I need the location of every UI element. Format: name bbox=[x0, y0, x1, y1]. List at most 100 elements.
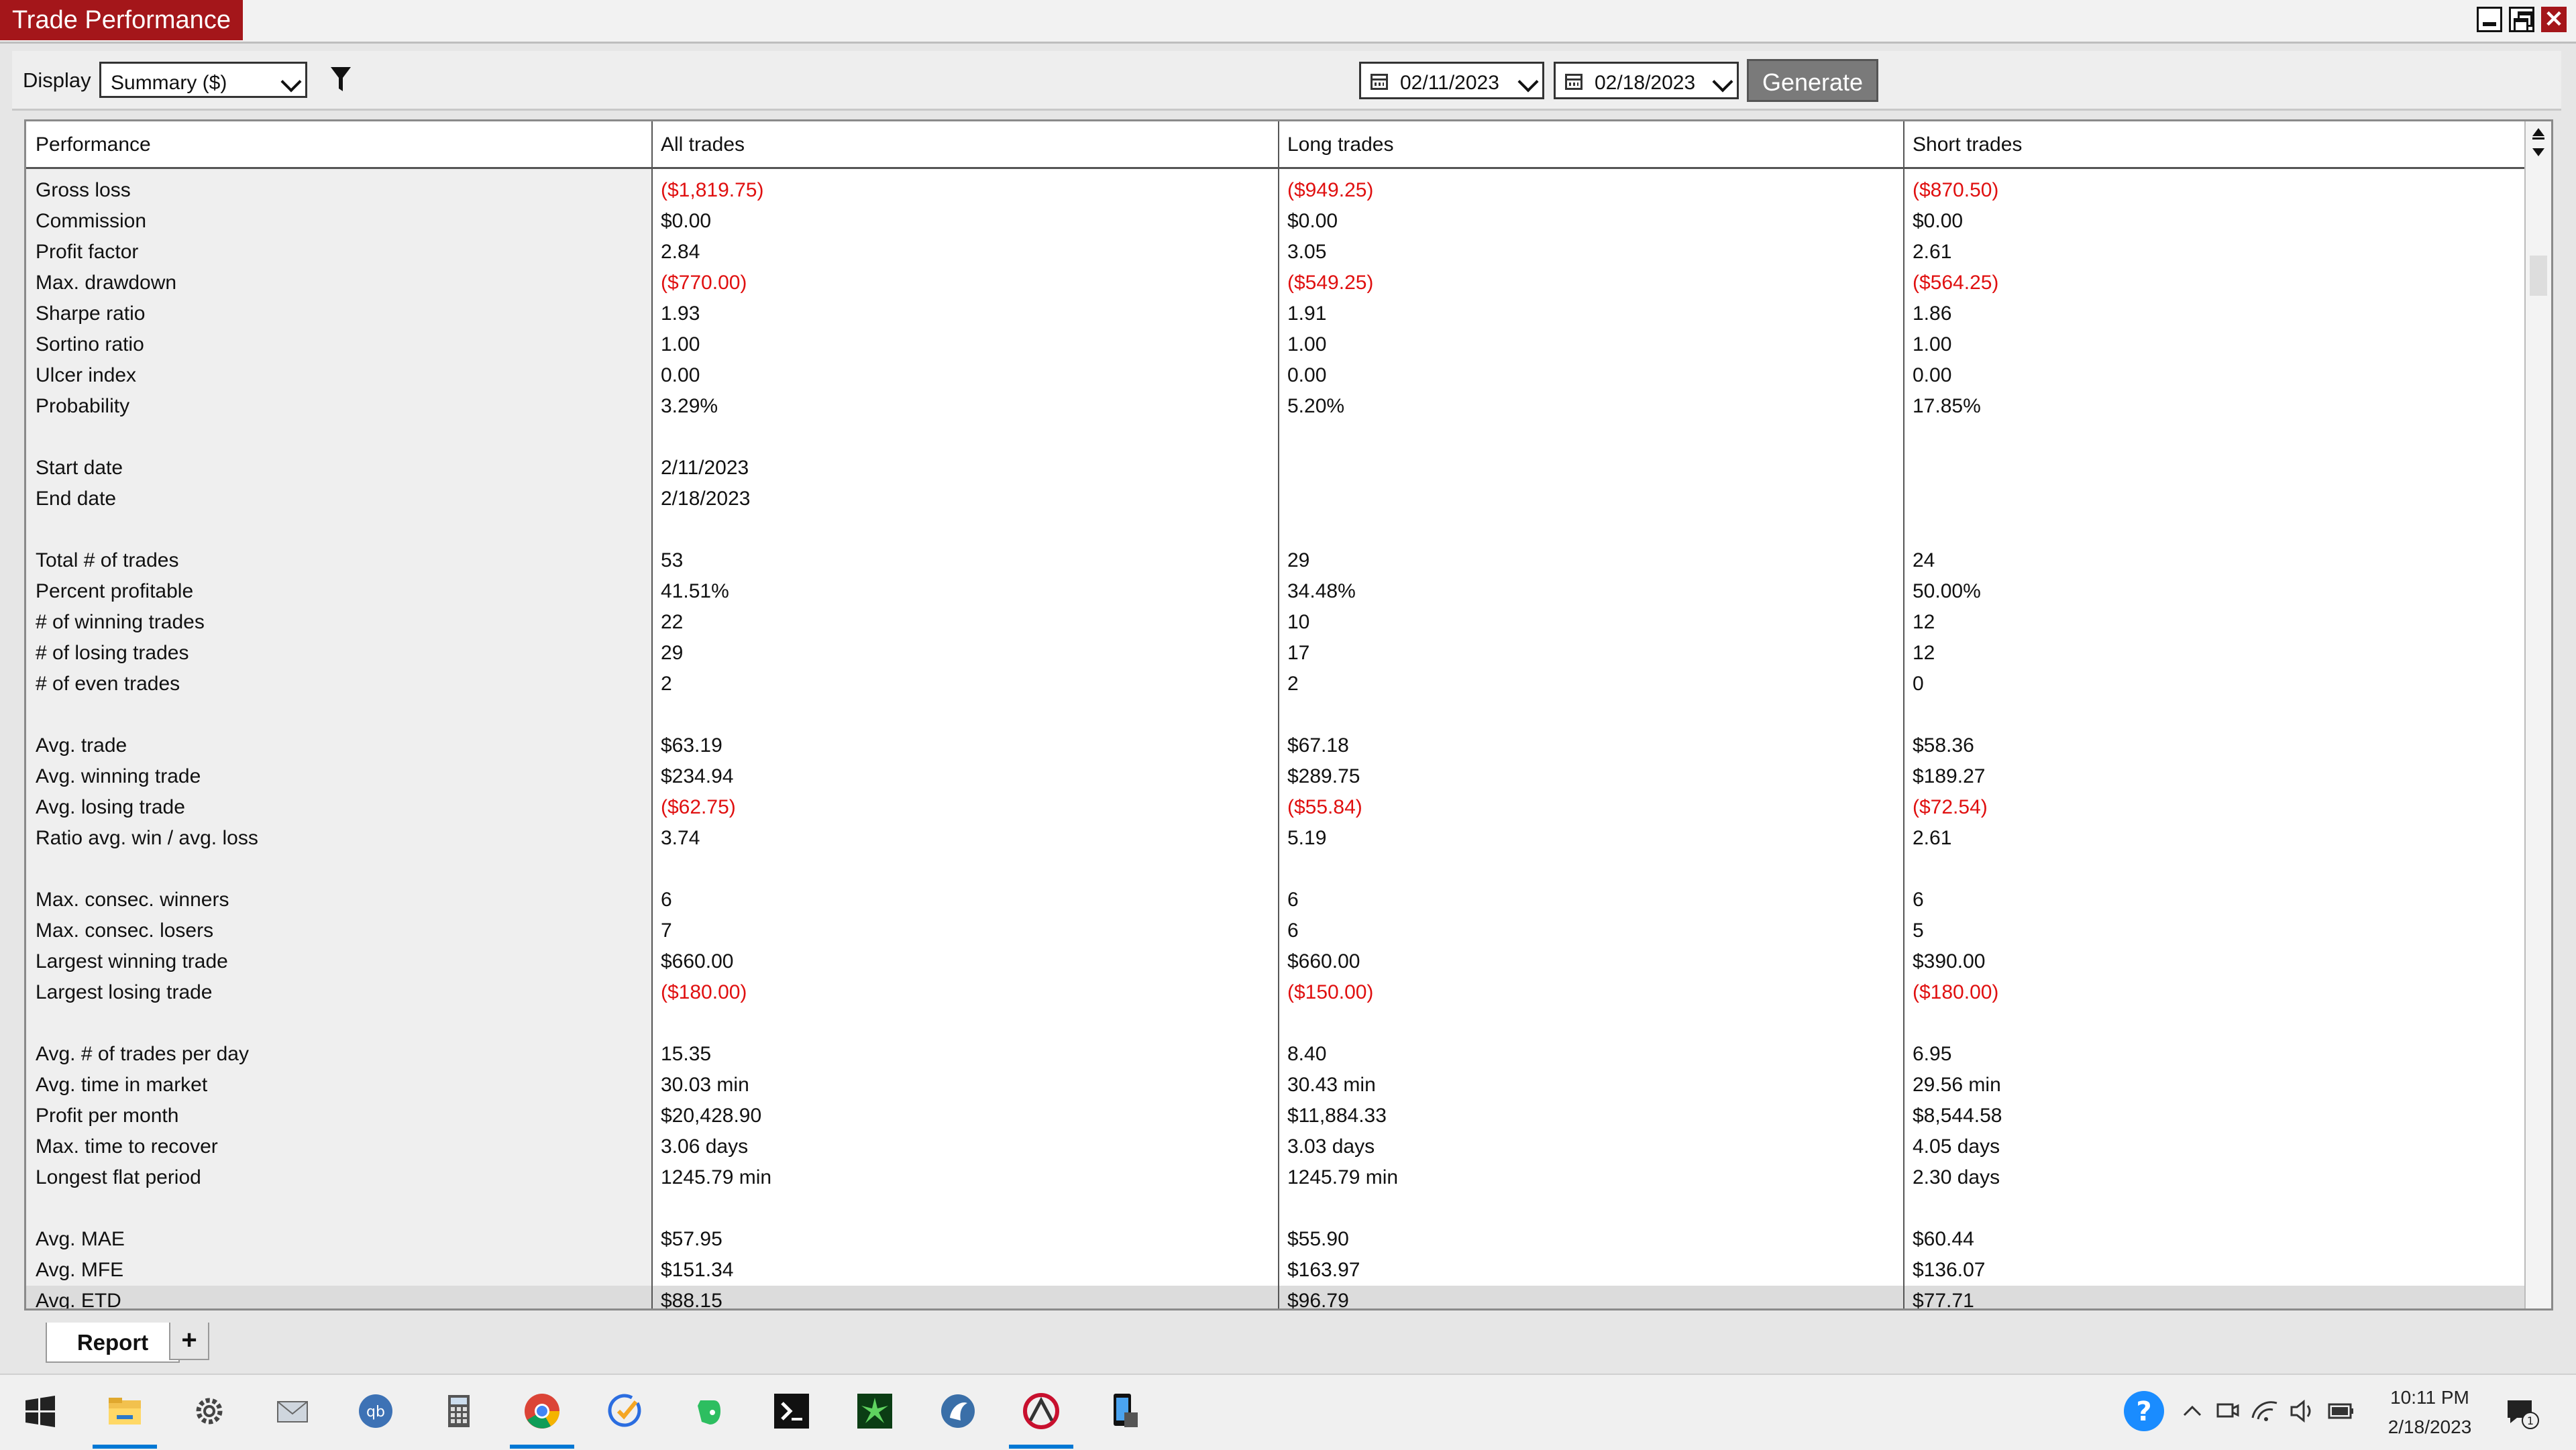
windows-taskbar: qb ? 10:11 PM 2/18/2023 1 bbox=[0, 1374, 2576, 1450]
help-icon[interactable]: ? bbox=[2123, 1390, 2165, 1433]
green-app-icon[interactable] bbox=[855, 1391, 895, 1431]
battery-icon[interactable] bbox=[2325, 1391, 2357, 1431]
trading-app-icon[interactable] bbox=[1021, 1391, 1061, 1431]
cell-all: $88.15 bbox=[661, 1290, 722, 1310]
calculator-icon[interactable] bbox=[439, 1391, 479, 1431]
table-row[interactable]: # of winning trades 22 10 12 bbox=[26, 607, 2527, 638]
table-row[interactable]: Ulcer index 0.00 0.00 0.00 bbox=[26, 360, 2527, 391]
table-row[interactable]: Start date 2/11/2023 bbox=[26, 453, 2527, 484]
phone-link-icon[interactable] bbox=[1104, 1391, 1144, 1431]
header-all-trades[interactable]: All trades bbox=[661, 133, 745, 156]
table-row[interactable]: # of losing trades 29 17 12 bbox=[26, 638, 2527, 669]
restore-button[interactable] bbox=[2509, 7, 2534, 32]
cell-short: 6.95 bbox=[1913, 1043, 1952, 1065]
end-date-picker[interactable]: 02/18/2023 bbox=[1554, 62, 1739, 99]
mail-icon[interactable] bbox=[272, 1391, 313, 1431]
table-row[interactable]: # of even trades 2 2 0 bbox=[26, 669, 2527, 700]
table-row[interactable]: Ratio avg. win / avg. loss 3.74 5.19 2.61 bbox=[26, 823, 2527, 854]
cell-short: $136.07 bbox=[1913, 1259, 1986, 1281]
terminal-icon[interactable] bbox=[771, 1391, 812, 1431]
table-row[interactable]: Sharpe ratio 1.93 1.91 1.86 bbox=[26, 298, 2527, 329]
vertical-scrollbar[interactable] bbox=[2524, 121, 2551, 1308]
cell-long: 3.03 days bbox=[1287, 1135, 1375, 1158]
file-explorer-icon[interactable] bbox=[105, 1391, 145, 1431]
row-label: Max. time to recover bbox=[36, 1135, 218, 1158]
table-row[interactable]: Total # of trades 53 29 24 bbox=[26, 545, 2527, 576]
cell-all: 2 bbox=[661, 673, 672, 695]
table-row[interactable]: Avg. trade $63.19 $67.18 $58.36 bbox=[26, 730, 2527, 761]
filter-icon[interactable] bbox=[330, 66, 352, 93]
table-row[interactable] bbox=[26, 422, 2527, 453]
cell-all: 2/18/2023 bbox=[661, 488, 751, 510]
table-row[interactable] bbox=[26, 1193, 2527, 1224]
header-short-trades[interactable]: Short trades bbox=[1913, 133, 2022, 156]
header-performance[interactable]: Performance bbox=[36, 133, 151, 156]
windows-start-icon[interactable] bbox=[20, 1391, 60, 1431]
table-row[interactable]: Commission $0.00 $0.00 $0.00 bbox=[26, 206, 2527, 237]
add-tab-button[interactable]: + bbox=[169, 1323, 209, 1360]
table-row[interactable]: Largest losing trade ($180.00) ($150.00) ($… bbox=[26, 977, 2527, 1008]
scroll-down-icon[interactable] bbox=[2532, 148, 2544, 156]
cell-all: $57.95 bbox=[661, 1228, 722, 1250]
cell-short: 17.85% bbox=[1913, 395, 1981, 417]
clock-time[interactable]: 10:11 PM bbox=[2363, 1387, 2497, 1408]
table-row[interactable]: Max. drawdown ($770.00) ($549.25) ($564.25) bbox=[26, 268, 2527, 298]
table-row[interactable]: Longest flat period 1245.79 min 1245.79 mi… bbox=[26, 1162, 2527, 1193]
close-button[interactable]: ✕ bbox=[2541, 7, 2567, 32]
cell-short: ($870.50) bbox=[1913, 179, 1999, 201]
cell-short: 5 bbox=[1913, 919, 1924, 942]
table-row[interactable]: Avg. time in market 30.03 min 30.43 min 29.… bbox=[26, 1070, 2527, 1101]
table-row[interactable]: Avg. ETD $88.15 $96.79 $77.71 bbox=[26, 1286, 2527, 1310]
scroll-thumb[interactable] bbox=[2530, 256, 2547, 296]
tasks-icon[interactable] bbox=[605, 1391, 645, 1431]
notification-icon[interactable]: 1 bbox=[2501, 1391, 2541, 1431]
title-bar: Trade Performance ✕ bbox=[0, 0, 2576, 44]
table-row[interactable] bbox=[26, 1008, 2527, 1039]
cell-all: 2/11/2023 bbox=[661, 457, 749, 479]
qbittorrent-icon[interactable]: qb bbox=[356, 1391, 396, 1431]
table-row[interactable]: Max. consec. losers 7 6 5 bbox=[26, 915, 2527, 946]
meet-now-icon[interactable] bbox=[2214, 1391, 2241, 1431]
row-label: Profit factor bbox=[36, 241, 139, 263]
evernote-icon[interactable] bbox=[688, 1391, 729, 1431]
table-row[interactable]: Avg. # of trades per day 15.35 8.40 6.95 bbox=[26, 1039, 2527, 1070]
row-label: Profit per month bbox=[36, 1105, 179, 1127]
row-label: Ulcer index bbox=[36, 364, 137, 386]
start-date-picker[interactable]: 02/11/2023 bbox=[1359, 62, 1544, 99]
table-row[interactable]: Profit per month $20,428.90 $11,884.33 $8,5… bbox=[26, 1101, 2527, 1131]
header-long-trades[interactable]: Long trades bbox=[1287, 133, 1393, 156]
table-row[interactable] bbox=[26, 514, 2527, 545]
cell-all: 15.35 bbox=[661, 1043, 712, 1065]
table-row[interactable]: Probability 3.29% 5.20% 17.85% bbox=[26, 391, 2527, 422]
display-select[interactable]: Summary ($) bbox=[99, 62, 307, 98]
table-row[interactable]: Percent profitable 41.51% 34.48% 50.00% bbox=[26, 576, 2527, 607]
chrome-icon[interactable] bbox=[522, 1391, 562, 1431]
table-row[interactable]: Largest winning trade $660.00 $660.00 $390.… bbox=[26, 946, 2527, 977]
browser-icon[interactable] bbox=[938, 1391, 978, 1431]
column-divider bbox=[1903, 121, 1904, 1308]
table-row[interactable]: Max. consec. winners 6 6 6 bbox=[26, 885, 2527, 915]
table-row[interactable]: Gross loss ($1,819.75) ($949.25) ($870.50) bbox=[26, 175, 2527, 206]
minimize-button[interactable] bbox=[2477, 7, 2502, 32]
table-row[interactable]: Sortino ratio 1.00 1.00 1.00 bbox=[26, 329, 2527, 360]
tab-report[interactable]: Report bbox=[46, 1323, 180, 1363]
table-row[interactable]: Avg. losing trade ($62.75) ($55.84) ($72.54… bbox=[26, 792, 2527, 823]
cell-long: 8.40 bbox=[1287, 1043, 1327, 1065]
table-row[interactable] bbox=[26, 854, 2527, 885]
clock-date[interactable]: 2/18/2023 bbox=[2363, 1416, 2497, 1438]
table-row[interactable]: End date 2/18/2023 bbox=[26, 484, 2527, 514]
table-row[interactable]: Profit factor 2.84 3.05 2.61 bbox=[26, 237, 2527, 268]
scroll-up-icon[interactable] bbox=[2532, 128, 2544, 140]
volume-icon[interactable] bbox=[2288, 1391, 2317, 1431]
cell-all: $63.19 bbox=[661, 734, 722, 757]
cell-all: $234.94 bbox=[661, 765, 734, 787]
table-row[interactable]: Avg. MFE $151.34 $163.97 $136.07 bbox=[26, 1255, 2527, 1286]
generate-button[interactable]: Generate bbox=[1747, 59, 1878, 102]
table-row[interactable]: Avg. MAE $57.95 $55.90 $60.44 bbox=[26, 1224, 2527, 1255]
wifi-icon[interactable] bbox=[2250, 1391, 2279, 1431]
settings-icon[interactable] bbox=[189, 1391, 229, 1431]
table-row[interactable]: Avg. winning trade $234.94 $289.75 $189.27 bbox=[26, 761, 2527, 792]
chevron-up-icon[interactable] bbox=[2180, 1391, 2204, 1431]
table-row[interactable] bbox=[26, 700, 2527, 730]
table-row[interactable]: Max. time to recover 3.06 days 3.03 days 4.… bbox=[26, 1131, 2527, 1162]
